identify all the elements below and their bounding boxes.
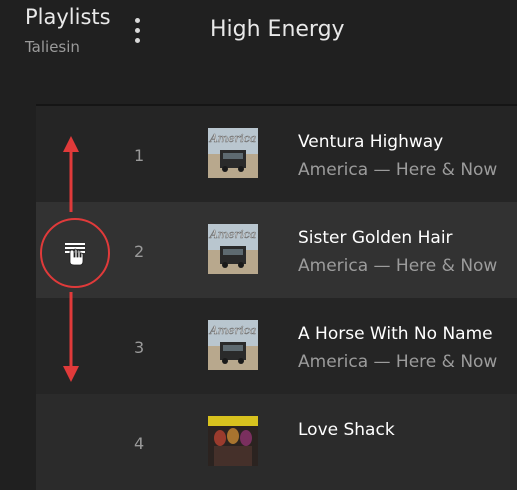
- track-artist-album: America — Here & Now: [298, 160, 498, 180]
- track-index: 1: [134, 146, 145, 165]
- more-options-icon[interactable]: [132, 18, 144, 46]
- svg-text:America: America: [209, 228, 256, 241]
- svg-text:America: America: [209, 132, 256, 145]
- track-title: Love Shack: [298, 420, 395, 440]
- album-art: [208, 416, 258, 466]
- track-artist-album: America — Here & Now: [298, 256, 498, 276]
- track-index: 3: [134, 338, 145, 357]
- track-row-4[interactable]: 4 Love Shack: [36, 394, 517, 490]
- track-title: A Horse With No Name: [298, 324, 493, 344]
- track-title: Ventura Highway: [298, 132, 444, 152]
- track-title: Sister Golden Hair: [298, 228, 453, 248]
- album-art: America: [208, 320, 258, 370]
- track-row-1[interactable]: 1 America Ventura Highway America — Here…: [36, 106, 517, 202]
- track-index: 4: [134, 434, 145, 453]
- page-title: Playlists: [25, 5, 111, 29]
- album-art: America: [208, 224, 258, 274]
- playlist-title: High Energy: [210, 17, 345, 42]
- track-artist-album: America — Here & Now: [298, 352, 498, 372]
- album-art: America: [208, 128, 258, 178]
- svg-text:America: America: [209, 324, 256, 337]
- track-list: 1 America Ventura Highway America — Here…: [36, 104, 517, 490]
- user-name: Taliesin: [25, 38, 80, 56]
- track-row-3[interactable]: 3 America A Horse With No Name America —…: [36, 298, 517, 394]
- track-index: 2: [134, 242, 145, 261]
- drag-handle-hand-icon[interactable]: [40, 218, 110, 288]
